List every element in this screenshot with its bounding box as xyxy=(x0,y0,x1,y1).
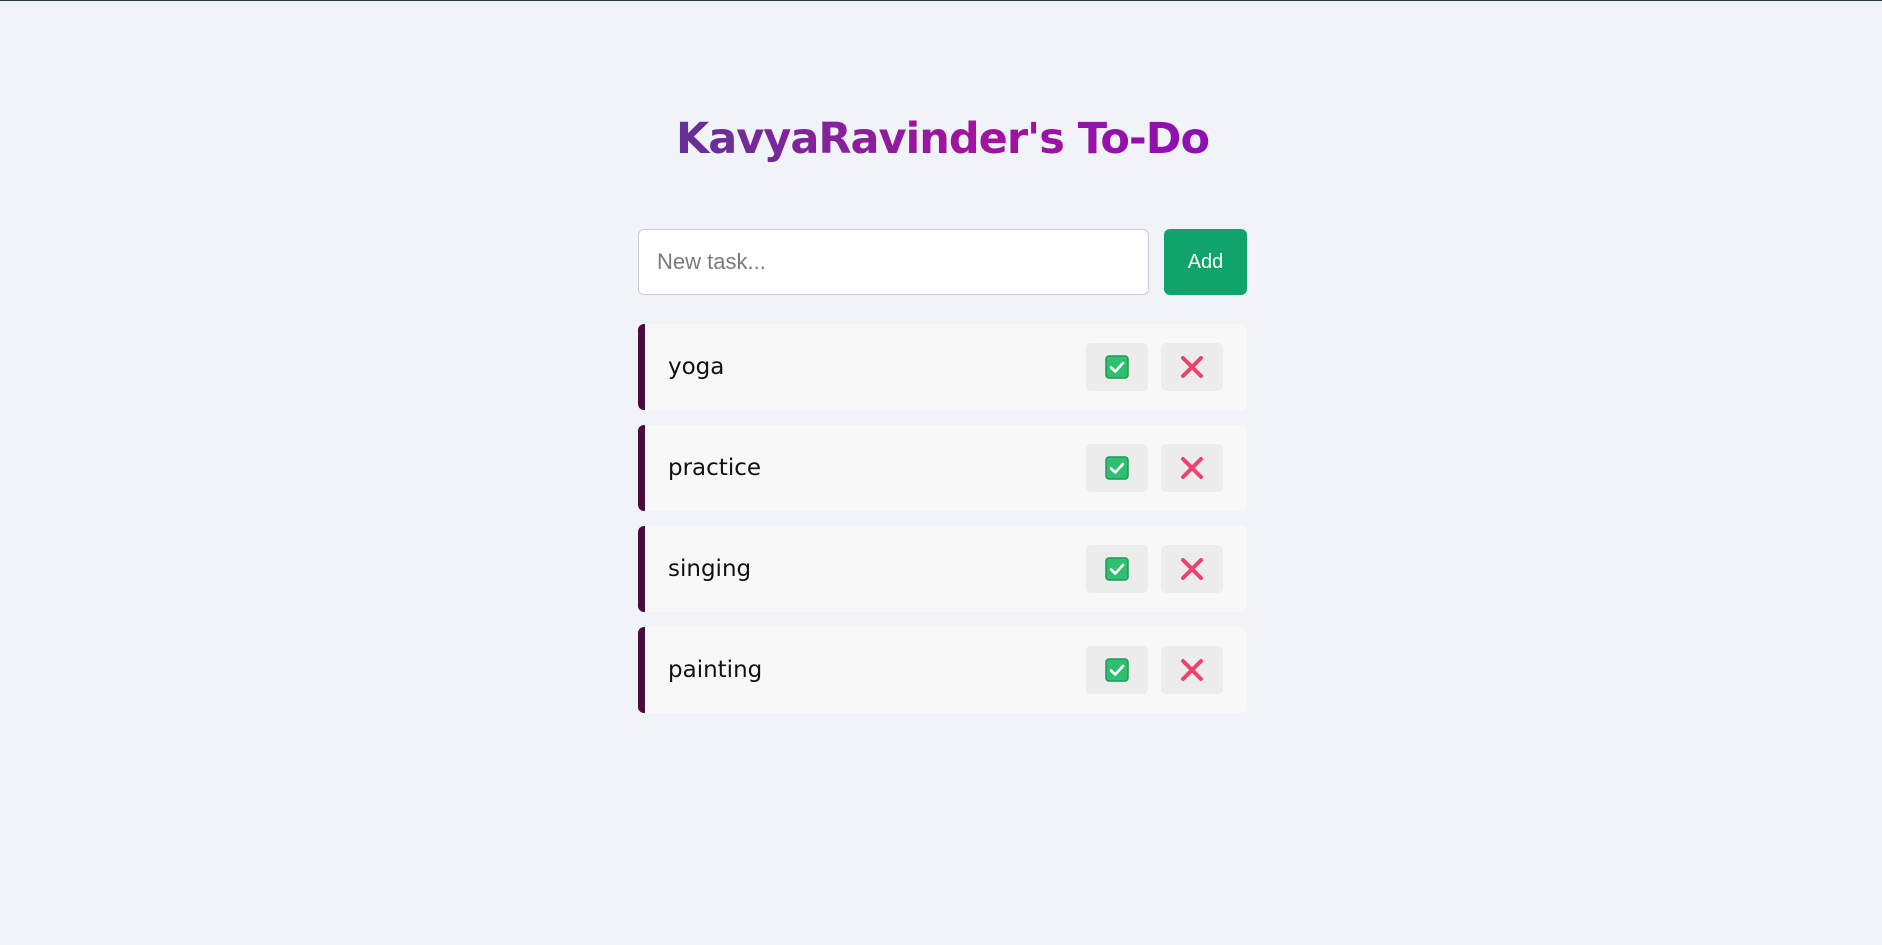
check-box-icon xyxy=(1105,658,1129,682)
page-title: KavyaRavinder's To-Do List xyxy=(638,108,1247,226)
check-box-icon xyxy=(1105,355,1129,379)
task-item: practice xyxy=(638,425,1247,511)
window-top-border xyxy=(0,0,1882,1)
task-item: painting xyxy=(638,627,1247,713)
check-box-icon xyxy=(1105,557,1129,581)
add-task-button[interactable]: Add xyxy=(1164,229,1247,295)
task-label: yoga xyxy=(668,354,725,380)
delete-task-button[interactable] xyxy=(1161,646,1223,694)
task-label: singing xyxy=(668,556,752,582)
new-task-form: Add xyxy=(638,229,1247,295)
task-label: practice xyxy=(668,455,761,481)
cross-icon xyxy=(1179,556,1205,582)
new-task-input[interactable] xyxy=(638,229,1149,295)
task-label: painting xyxy=(668,657,763,683)
cross-icon xyxy=(1179,657,1205,683)
complete-task-button[interactable] xyxy=(1086,545,1148,593)
cross-icon xyxy=(1179,354,1205,380)
delete-task-button[interactable] xyxy=(1161,444,1223,492)
cross-icon xyxy=(1179,455,1205,481)
task-item: yoga xyxy=(638,324,1247,410)
complete-task-button[interactable] xyxy=(1086,444,1148,492)
task-list: yoga practice singing painting xyxy=(638,324,1247,728)
check-box-icon xyxy=(1105,456,1129,480)
complete-task-button[interactable] xyxy=(1086,343,1148,391)
delete-task-button[interactable] xyxy=(1161,343,1223,391)
task-item: singing xyxy=(638,526,1247,612)
todo-app: KavyaRavinder's To-Do List Add yoga xyxy=(638,108,1247,713)
complete-task-button[interactable] xyxy=(1086,646,1148,694)
delete-task-button[interactable] xyxy=(1161,545,1223,593)
